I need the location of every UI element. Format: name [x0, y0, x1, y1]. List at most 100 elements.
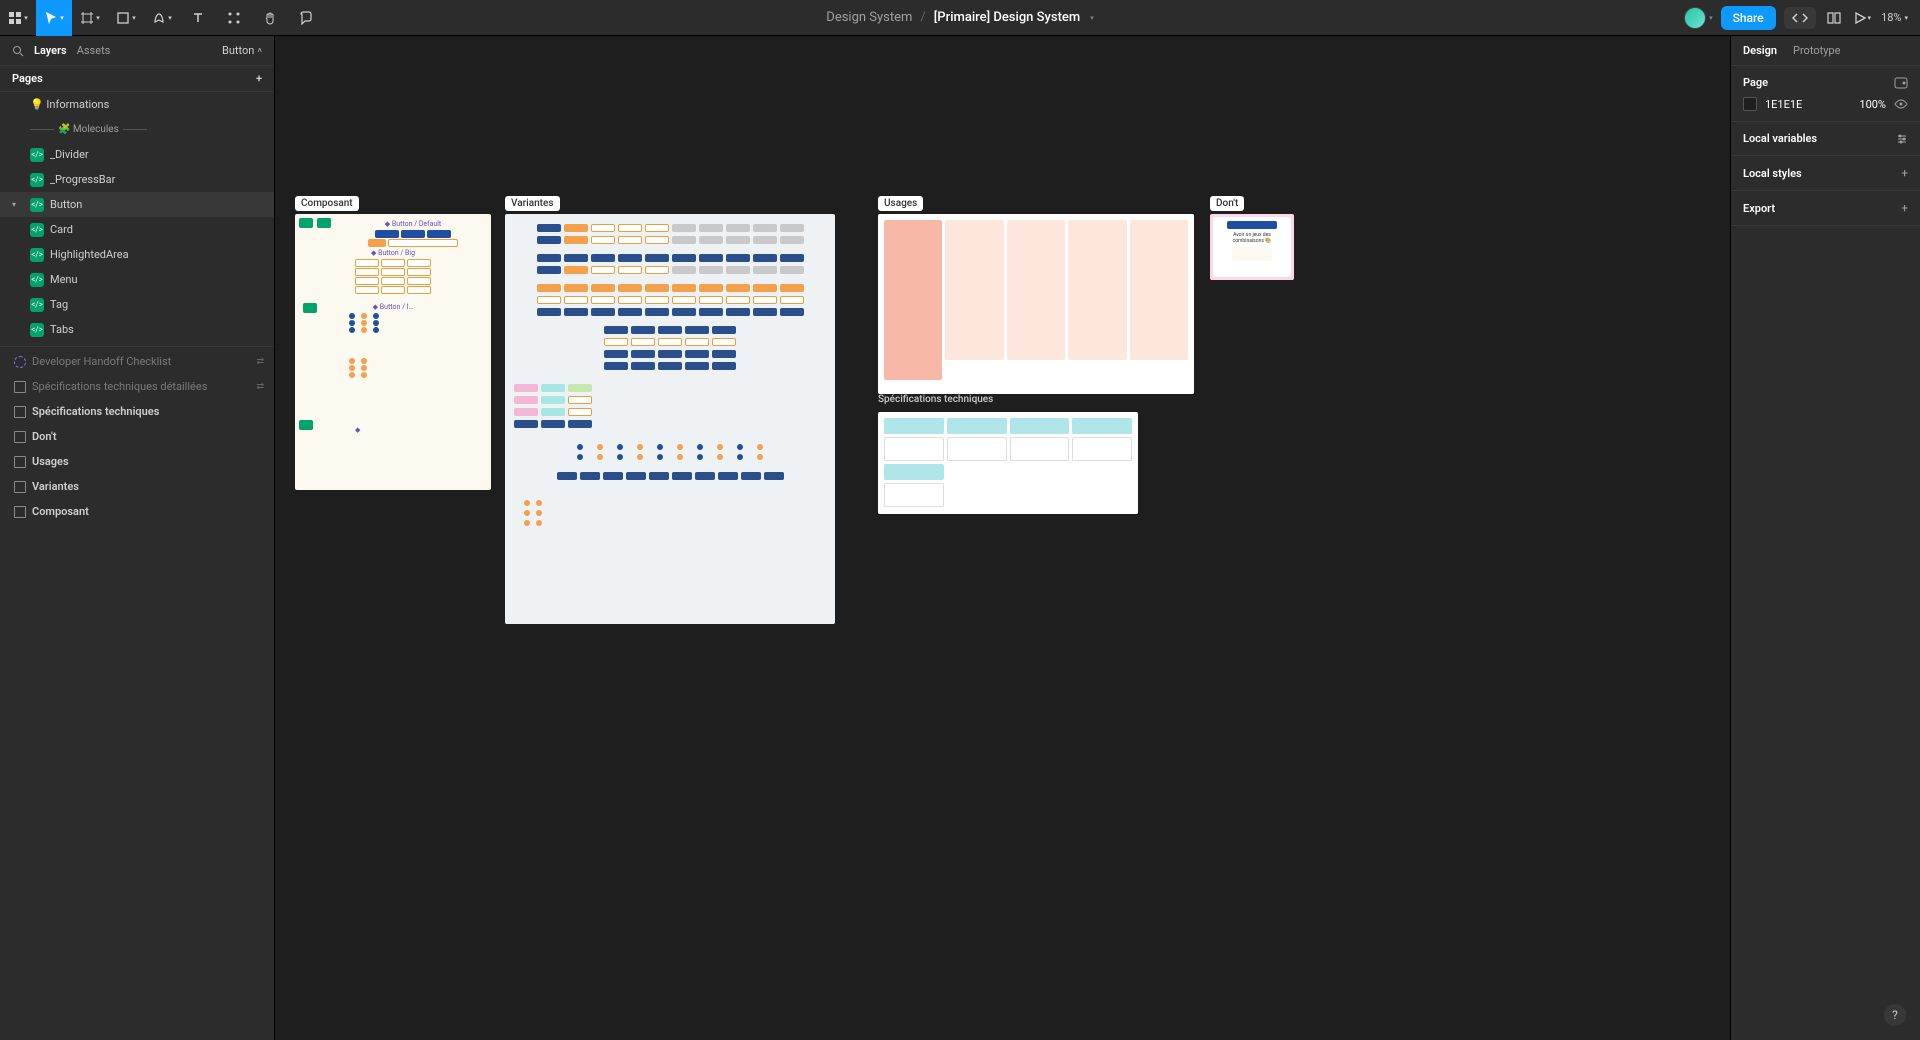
frame-dont[interactable]: Don't Avoir un jeux des combinaisons 🎨: [1210, 214, 1294, 280]
favorite-icon[interactable]: ⇄: [256, 382, 264, 392]
dev-mode-button[interactable]: [1784, 7, 1816, 29]
chevron-down-icon: ▾: [1904, 14, 1908, 22]
avatar-group[interactable]: ▾: [1684, 7, 1713, 29]
add-export-button[interactable]: +: [1901, 201, 1908, 215]
component-badge-icon: [299, 218, 313, 228]
layer-item-usages[interactable]: Usages: [0, 449, 274, 474]
toolbar-left: ▾ ▾ ▾ ▾ ▾: [0, 0, 324, 35]
layer-item-composant[interactable]: Composant: [0, 499, 274, 524]
component-icon: </>: [30, 148, 44, 162]
page-separator-molecules[interactable]: 🧩 Molecules: [0, 117, 274, 142]
frame-icon: [14, 506, 26, 518]
page-item-card[interactable]: </> Card: [0, 217, 274, 242]
page-settings-icon[interactable]: [1894, 77, 1908, 89]
avatar[interactable]: [1684, 7, 1706, 29]
component-icon: </>: [30, 198, 44, 212]
page-item-tag[interactable]: </> Tag: [0, 292, 274, 317]
shape-tool-button[interactable]: ▾: [108, 0, 144, 36]
component-icon: </>: [30, 173, 44, 187]
frame-spec[interactable]: Spécifications techniques: [878, 412, 1138, 514]
move-tool-button[interactable]: ▾: [36, 0, 72, 36]
frame-icon: [14, 431, 26, 443]
zoom-control[interactable]: 18% ▾: [1881, 11, 1908, 24]
component-icon: </>: [30, 298, 44, 312]
resources-button[interactable]: [216, 0, 252, 36]
export-section[interactable]: Export +: [1731, 191, 1920, 226]
pen-tool-button[interactable]: ▾: [144, 0, 180, 36]
pages-list: 💡 Informations 🧩 Molecules </> _Divider …: [0, 92, 274, 1040]
local-variables-section[interactable]: Local variables: [1731, 122, 1920, 156]
top-toolbar: ▾ ▾ ▾ ▾ ▾ Design System: [0, 0, 1920, 36]
page-item-tabs[interactable]: </> Tabs: [0, 317, 274, 342]
help-button[interactable]: ?: [1884, 1004, 1906, 1026]
component-icon: </>: [30, 223, 44, 237]
breadcrumb-project[interactable]: Design System: [826, 10, 912, 25]
page-background-row[interactable]: 1E1E1E 100%: [1743, 97, 1908, 111]
variables-settings-icon[interactable]: [1896, 133, 1908, 145]
toolbar-right: ▾ Share ▾ 18% ▾: [1684, 0, 1920, 35]
add-page-button[interactable]: +: [256, 72, 262, 85]
frame-label-spec[interactable]: Spécifications techniques: [878, 394, 993, 405]
share-button[interactable]: Share: [1721, 6, 1776, 30]
assets-tab[interactable]: Assets: [77, 44, 111, 57]
layer-item-dont[interactable]: Don't: [0, 424, 274, 449]
canvas[interactable]: Composant Button / Default Button / Big …: [275, 36, 1730, 1040]
page-item-divider[interactable]: </> _Divider: [0, 142, 274, 167]
page-item-button[interactable]: ▾ </> Button: [0, 192, 274, 217]
main-menu-button[interactable]: ▾: [0, 0, 36, 36]
background-opacity[interactable]: 100%: [1859, 98, 1886, 111]
prototype-tab[interactable]: Prototype: [1793, 44, 1840, 57]
chevron-down-icon: ▾: [1868, 14, 1872, 22]
visibility-icon[interactable]: [1894, 99, 1908, 109]
component-icon: </>: [30, 323, 44, 337]
layer-item-spec[interactable]: Spécifications techniques: [0, 399, 274, 424]
frame-composant[interactable]: Composant Button / Default Button / Big …: [295, 214, 491, 490]
component-badge-icon: [303, 303, 317, 313]
component-badge-icon: [317, 218, 331, 228]
color-swatch[interactable]: [1743, 97, 1757, 111]
hand-tool-button[interactable]: [252, 0, 288, 36]
present-button[interactable]: ▾: [1852, 0, 1874, 36]
frame-label-variantes[interactable]: Variantes: [505, 196, 560, 211]
page-section-label: Page: [1743, 76, 1768, 89]
page-item-menu[interactable]: </> Menu: [0, 267, 274, 292]
layer-item-spec-detailed[interactable]: Spécifications techniques détaillées ⇄: [0, 374, 274, 399]
background-hex[interactable]: 1E1E1E: [1765, 98, 1802, 111]
favorite-icon[interactable]: ⇄: [256, 357, 264, 367]
add-style-button[interactable]: +: [1901, 166, 1908, 180]
page-item-progressbar[interactable]: </> _ProgressBar: [0, 167, 274, 192]
chevron-down-icon: ▾: [24, 14, 28, 22]
library-button[interactable]: [1824, 0, 1844, 36]
component-badge-icon: [299, 420, 313, 430]
layer-item-variantes[interactable]: Variantes: [0, 474, 274, 499]
component-icon: </>: [30, 273, 44, 287]
frame-icon: [14, 406, 26, 418]
breadcrumb[interactable]: Design System / [Primaire] Design System…: [826, 10, 1093, 25]
frame-label-usages[interactable]: Usages: [878, 196, 923, 211]
layer-item-dev-checklist[interactable]: Developer Handoff Checklist ⇄: [0, 349, 274, 374]
frame-variantes[interactable]: Variantes: [505, 214, 835, 624]
layers-tab[interactable]: Layers: [34, 44, 67, 57]
chevron-down-icon[interactable]: ▾: [1090, 14, 1094, 22]
page-item-highlightedarea[interactable]: </> HighlightedArea: [0, 242, 274, 267]
chevron-down-icon[interactable]: ▾: [12, 200, 16, 209]
page-item-informations[interactable]: 💡 Informations: [0, 92, 274, 117]
dev-checklist-icon: [14, 356, 26, 368]
design-tab[interactable]: Design: [1743, 44, 1777, 57]
breadcrumb-file[interactable]: [Primaire] Design System: [934, 10, 1080, 25]
frame-label-dont[interactable]: Don't: [1210, 196, 1244, 211]
frame-tool-button[interactable]: ▾: [72, 0, 108, 36]
left-panel-header: Layers Assets Button ˄: [0, 36, 274, 66]
local-styles-section[interactable]: Local styles +: [1731, 156, 1920, 191]
page-filter[interactable]: Button ˄: [222, 44, 262, 57]
left-panel: Layers Assets Button ˄ Pages + 💡 Informa…: [0, 36, 275, 1040]
comment-tool-button[interactable]: [288, 0, 324, 36]
right-panel: Design Prototype Page 1E1E1E 100% Local …: [1730, 36, 1920, 1040]
search-icon[interactable]: [12, 45, 24, 57]
frame-icon: [14, 456, 26, 468]
chevron-up-icon: ˄: [257, 46, 262, 55]
text-tool-button[interactable]: [180, 0, 216, 36]
frame-label-composant[interactable]: Composant: [295, 196, 359, 211]
frame-usages[interactable]: Usages: [878, 214, 1194, 394]
chevron-down-icon: ▾: [60, 14, 64, 22]
